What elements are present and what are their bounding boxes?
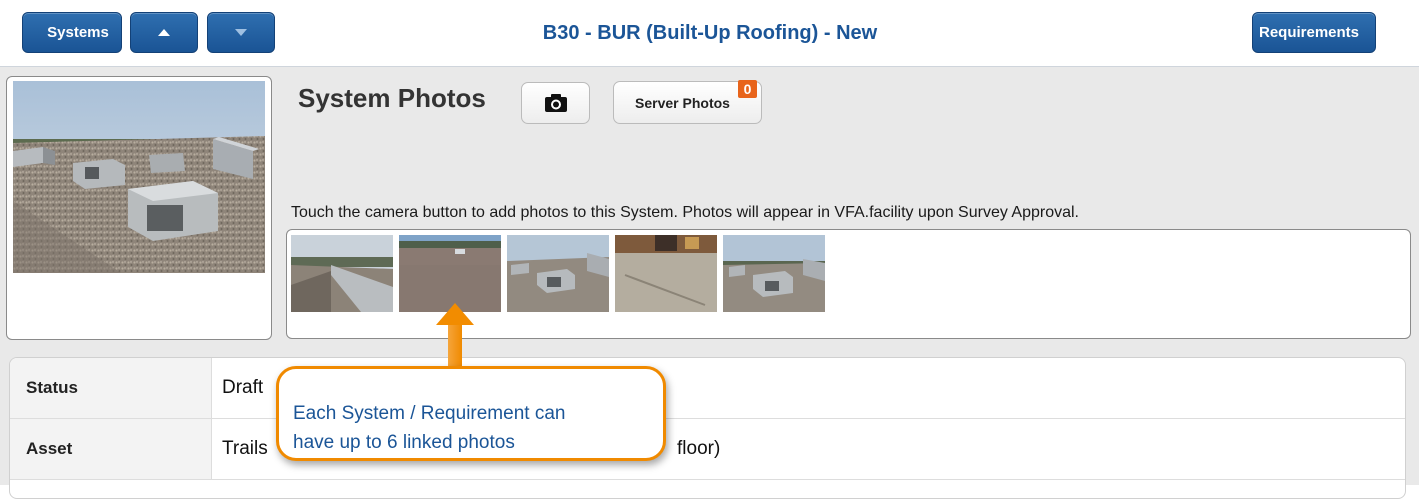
photo-thumbnail-4[interactable] [615, 235, 717, 312]
top-navigation-bar: Systems B30 - BUR (Built-Up Roofing) - N… [0, 0, 1419, 67]
content-area: System Photos Server Photos 0 Touch the … [0, 67, 1419, 499]
camera-icon [544, 94, 567, 112]
back-to-systems-button[interactable]: Systems [22, 12, 122, 53]
system-details-table: Status Draft Asset Trails floor) [9, 357, 1406, 499]
annotation-callout: Each System / Requirement can have up to… [276, 366, 666, 461]
camera-button[interactable] [521, 82, 590, 124]
photo-thumbnail-2[interactable] [399, 235, 501, 312]
callout-arrow-shaft [448, 320, 462, 368]
page-title: B30 - BUR (Built-Up Roofing) - New [542, 22, 878, 44]
status-value: Draft [222, 377, 264, 398]
photo-thumbnail-1[interactable] [291, 235, 393, 312]
asset-value: Trails [222, 438, 268, 459]
next-item-button[interactable] [207, 12, 275, 53]
main-photo-frame[interactable] [6, 76, 272, 340]
previous-item-button[interactable] [130, 12, 198, 53]
photo-thumbnail-5[interactable] [723, 235, 825, 312]
status-row[interactable]: Status Draft [10, 358, 1405, 419]
arrow-down-icon [235, 29, 247, 36]
asset-row[interactable]: Asset Trails floor) [10, 419, 1405, 480]
asset-value-tail: floor) [677, 438, 721, 459]
server-photos-count-badge: 0 [738, 80, 757, 98]
status-label: Status [10, 358, 212, 418]
asset-label: Asset [10, 419, 212, 479]
photo-thumbnail-3[interactable] [507, 235, 609, 312]
requirements-button-label: Requirements [1258, 24, 1360, 41]
requirements-button[interactable]: Requirements [1252, 12, 1376, 53]
callout-line-2: have up to 6 linked photos [293, 432, 515, 453]
main-system-photo[interactable] [13, 81, 265, 273]
arrow-up-icon [158, 29, 170, 36]
server-photos-label: Server Photos [635, 94, 730, 111]
photos-instruction-text: Touch the camera button to add photos to… [291, 204, 1079, 221]
callout-arrow-icon [436, 303, 474, 325]
system-photos-title: System Photos [298, 83, 486, 113]
back-button-label: Systems [47, 24, 109, 41]
callout-line-1: Each System / Requirement can [293, 403, 566, 424]
